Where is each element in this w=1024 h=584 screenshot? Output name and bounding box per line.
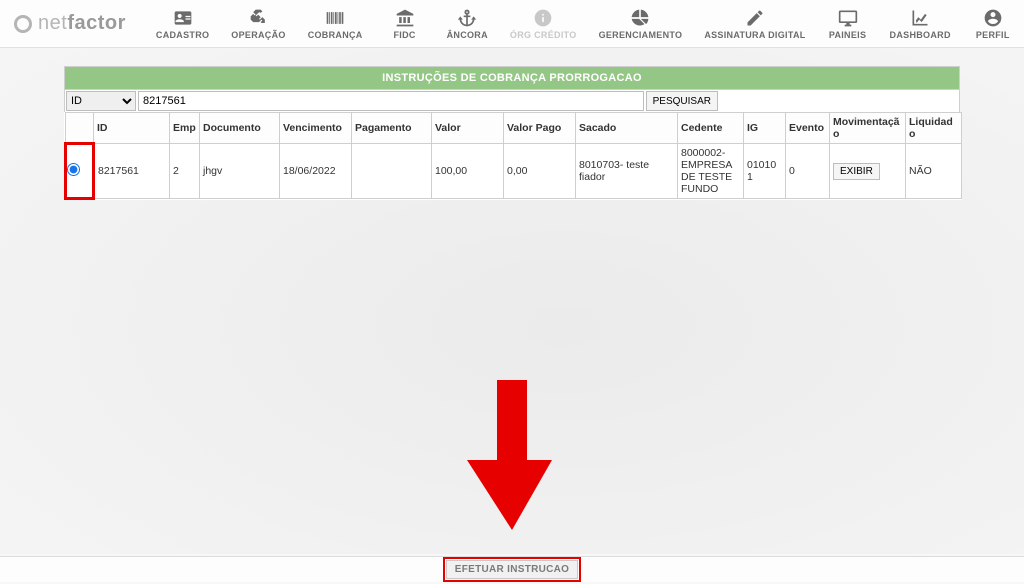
nav-perfil[interactable]: PERFIL xyxy=(963,6,1023,42)
col-select xyxy=(66,113,94,144)
col-evento: Evento xyxy=(786,113,830,144)
cell-ig: 010101 xyxy=(744,144,786,199)
nav-assinatura[interactable]: ASSINATURA DIGITAL xyxy=(694,6,815,42)
col-valor: Valor xyxy=(432,113,504,144)
nav-dashboard[interactable]: DASHBOARD xyxy=(880,6,961,42)
col-cedente: Cedente xyxy=(678,113,744,144)
cell-vencimento: 18/06/2022 xyxy=(280,144,352,199)
nav-ancora[interactable]: ÂNCORA xyxy=(437,6,498,42)
nav-orgcredito: ÓRG CRÉDITO xyxy=(500,6,587,42)
arrow-down-icon xyxy=(467,380,557,530)
edit-icon xyxy=(744,8,766,28)
cell-evento: 0 xyxy=(786,144,830,199)
chart-line-icon xyxy=(909,8,931,28)
exibir-button[interactable]: EXIBIR xyxy=(833,163,880,180)
nav-fidc-label: FIDC xyxy=(394,30,416,40)
cell-pagamento xyxy=(352,144,432,199)
nav-cadastro[interactable]: CADASTRO xyxy=(146,6,219,42)
col-pagamento: Pagamento xyxy=(352,113,432,144)
col-id: ID xyxy=(94,113,170,144)
cell-valorpago: 0,00 xyxy=(504,144,576,199)
bank-icon xyxy=(394,8,416,28)
top-navigation: netfactor CADASTRO OPERAÇÃO COBRANÇA FID… xyxy=(0,0,1024,48)
nav-menu: CADASTRO OPERAÇÃO COBRANÇA FIDC ÂNCORA Ó… xyxy=(142,6,1023,42)
col-ig: IG xyxy=(744,113,786,144)
nav-orgcredito-label: ÓRG CRÉDITO xyxy=(510,30,577,40)
logo-ring-icon xyxy=(14,15,32,33)
nav-paineis-label: PAINEIS xyxy=(829,30,866,40)
col-emp: Emp xyxy=(170,113,200,144)
row-radio[interactable] xyxy=(67,163,80,176)
nav-operacao-label: OPERAÇÃO xyxy=(231,30,285,40)
search-bar: ID PESQUISAR xyxy=(64,89,960,112)
cell-sacado: 8010703- teste fiador xyxy=(576,144,678,199)
col-vencimento: Vencimento xyxy=(280,113,352,144)
user-circle-icon xyxy=(982,8,1004,28)
search-field-select[interactable]: ID xyxy=(66,91,136,111)
nav-cadastro-label: CADASTRO xyxy=(156,30,209,40)
cell-valor: 100,00 xyxy=(432,144,504,199)
handshake-icon xyxy=(248,8,270,28)
efetuar-highlight: EFETUAR INSTRUCAO xyxy=(443,557,582,582)
nav-cobranca[interactable]: COBRANÇA xyxy=(298,6,373,42)
nav-gerenciamento-label: GERENCIAMENTO xyxy=(599,30,683,40)
main-content: INSTRUÇÕES DE COBRANÇA PRORROGACAO ID PE… xyxy=(0,48,1024,200)
cell-select xyxy=(66,144,94,199)
highlight-arrow xyxy=(467,380,557,533)
nav-assinatura-label: ASSINATURA DIGITAL xyxy=(704,30,805,40)
nav-paineis[interactable]: PAINEIS xyxy=(818,6,878,42)
nav-cobranca-label: COBRANÇA xyxy=(308,30,363,40)
pie-chart-icon xyxy=(629,8,651,28)
search-value-input[interactable] xyxy=(138,91,644,111)
table-row: 8217561 2 jhgv 18/06/2022 100,00 0,00 80… xyxy=(66,144,962,199)
data-table: ID Emp Documento Vencimento Pagamento Va… xyxy=(64,112,962,200)
nav-operacao[interactable]: OPERAÇÃO xyxy=(221,6,295,42)
col-sacado: Sacado xyxy=(576,113,678,144)
table-header-row: ID Emp Documento Vencimento Pagamento Va… xyxy=(66,113,962,144)
search-spacer xyxy=(719,90,959,112)
logo-text-2: factor xyxy=(67,12,126,35)
col-movimentacao: Movimentação xyxy=(830,113,906,144)
nav-perfil-label: PERFIL xyxy=(976,30,1010,40)
id-card-icon xyxy=(172,8,194,28)
col-liquidado: Liquidado xyxy=(906,113,962,144)
cell-id: 8217561 xyxy=(94,144,170,199)
footer-bar: EFETUAR INSTRUCAO xyxy=(0,556,1024,582)
cell-liquidado: NÃO xyxy=(906,144,962,199)
efetuar-instrucao-button[interactable]: EFETUAR INSTRUCAO xyxy=(446,560,579,579)
anchor-icon xyxy=(456,8,478,28)
col-valorpago: Valor Pago xyxy=(504,113,576,144)
cell-emp: 2 xyxy=(170,144,200,199)
panel-title: INSTRUÇÕES DE COBRANÇA PRORROGACAO xyxy=(64,66,960,89)
cell-documento: jhgv xyxy=(200,144,280,199)
nav-gerenciamento[interactable]: GERENCIAMENTO xyxy=(589,6,693,42)
barcode-icon xyxy=(324,8,346,28)
search-button[interactable]: PESQUISAR xyxy=(646,91,718,111)
nav-ancora-label: ÂNCORA xyxy=(447,30,488,40)
monitor-icon xyxy=(837,8,859,28)
cell-cedente: 8000002- EMPRESA DE TESTE FUNDO xyxy=(678,144,744,199)
cell-movimentacao: EXIBIR xyxy=(830,144,906,199)
logo: netfactor xyxy=(6,12,134,35)
logo-text-1: net xyxy=(38,12,67,35)
nav-fidc[interactable]: FIDC xyxy=(375,6,435,42)
col-documento: Documento xyxy=(200,113,280,144)
nav-dashboard-label: DASHBOARD xyxy=(890,30,951,40)
info-icon xyxy=(532,8,554,28)
